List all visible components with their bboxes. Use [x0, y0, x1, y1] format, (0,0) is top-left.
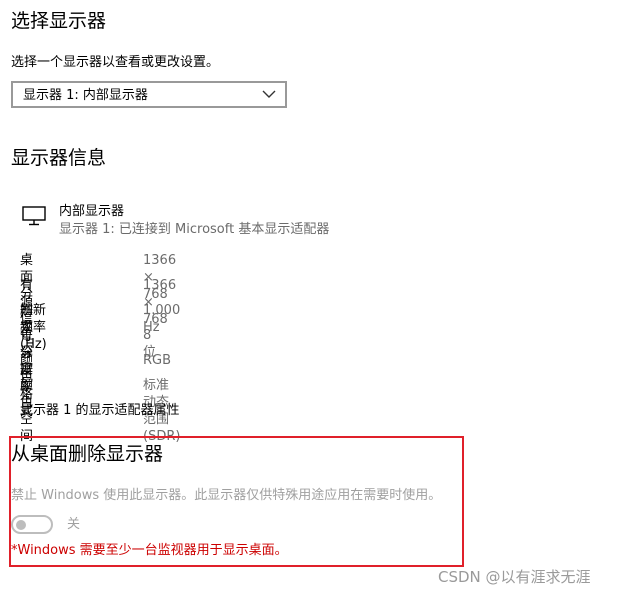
- select-display-description: 选择一个显示器以查看或更改设置。: [11, 55, 220, 70]
- remove-display-description: 禁止 Windows 使用此显示器。此显示器仅供特殊用途应用在需要时使用。: [11, 488, 442, 503]
- monitor-subtitle: 显示器 1: 已连接到 Microsoft 基本显示适配器: [59, 222, 330, 237]
- select-display-title: 选择显示器: [11, 10, 107, 32]
- toggle-state-label: 关: [67, 517, 81, 532]
- toggle-knob: [16, 519, 26, 530]
- display-adapter-properties-link[interactable]: 显示器 1 的显示适配器属性: [20, 402, 180, 419]
- watermark: CSDN @以有涯求无涯: [438, 568, 591, 586]
- warning-text: *Windows 需要至少一台监视器用于显示桌面。: [11, 543, 288, 558]
- chevron-down-icon: [262, 90, 276, 98]
- display-dropdown[interactable]: 显示器 1: 内部显示器: [11, 81, 287, 108]
- display-info-title: 显示器信息: [11, 147, 107, 169]
- display-settings-page: 选择显示器 选择一个显示器以查看或更改设置。 显示器 1: 内部显示器 显示器信…: [0, 0, 644, 596]
- remove-display-title: 从桌面删除显示器: [11, 443, 164, 465]
- remove-display-toggle[interactable]: [11, 515, 53, 534]
- display-dropdown-value: 显示器 1: 内部显示器: [23, 88, 148, 103]
- monitor-name: 内部显示器: [59, 204, 125, 219]
- info-value: RGB: [143, 353, 172, 368]
- monitor-icon: [22, 206, 46, 226]
